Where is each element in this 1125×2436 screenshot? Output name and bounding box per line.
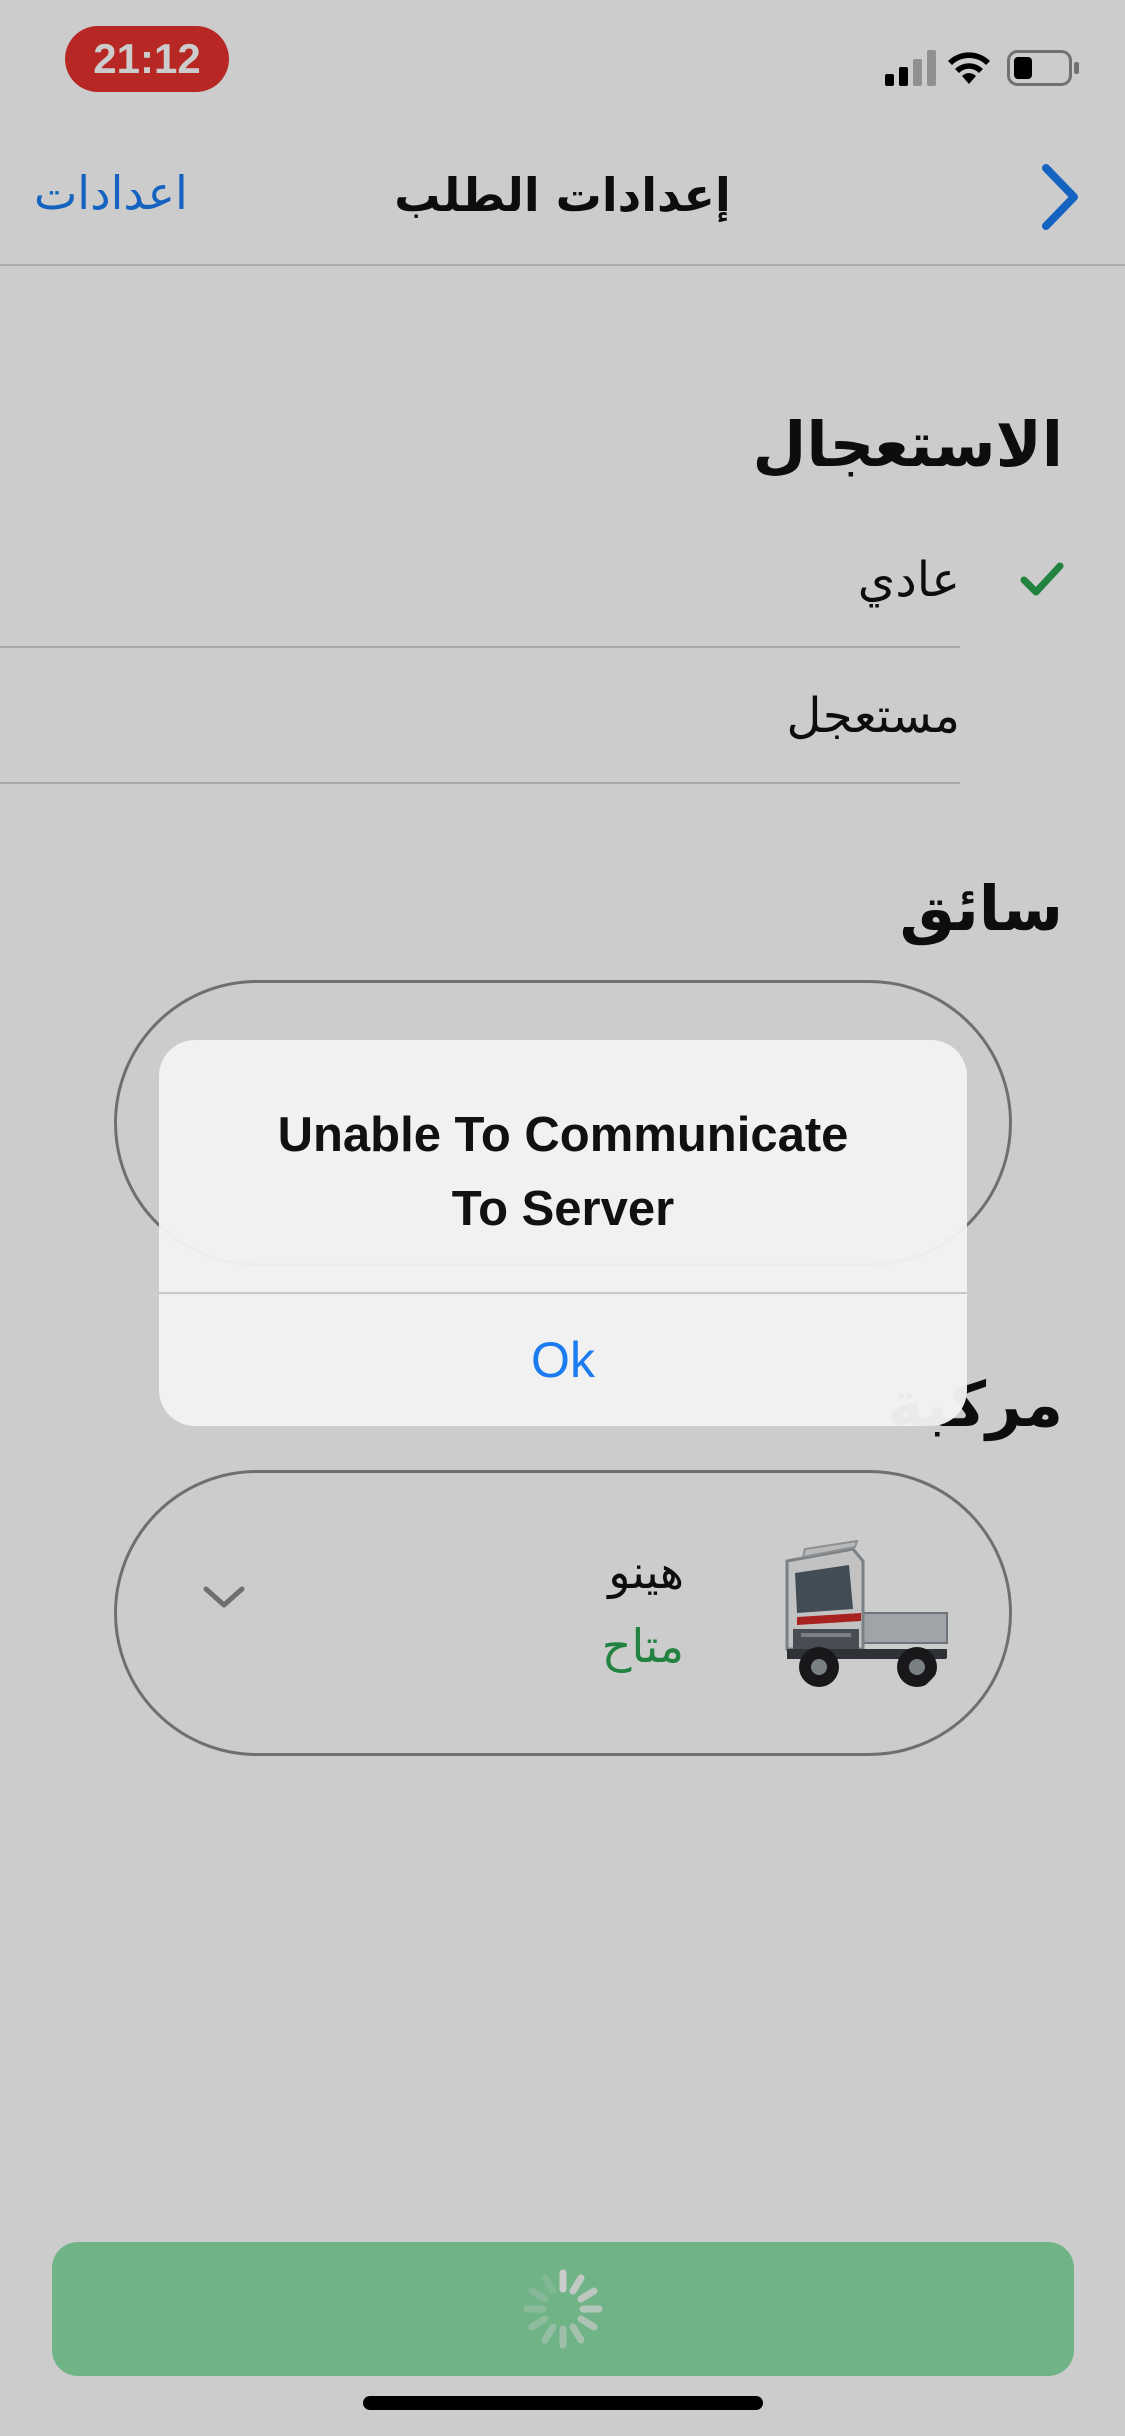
alert-dialog: Unable To Communicate To Server Ok (159, 1040, 967, 1426)
alert-ok-button[interactable]: Ok (159, 1294, 967, 1426)
alert-title: Unable To Communicate To Server (159, 1098, 967, 1246)
alert-title-line: Unable To Communicate (277, 1108, 849, 1162)
alert-title-line: To Server (451, 1182, 675, 1236)
screen: 21:12 اعدادات إعدادات الطلب الاستعجال عا… (0, 0, 1125, 2436)
